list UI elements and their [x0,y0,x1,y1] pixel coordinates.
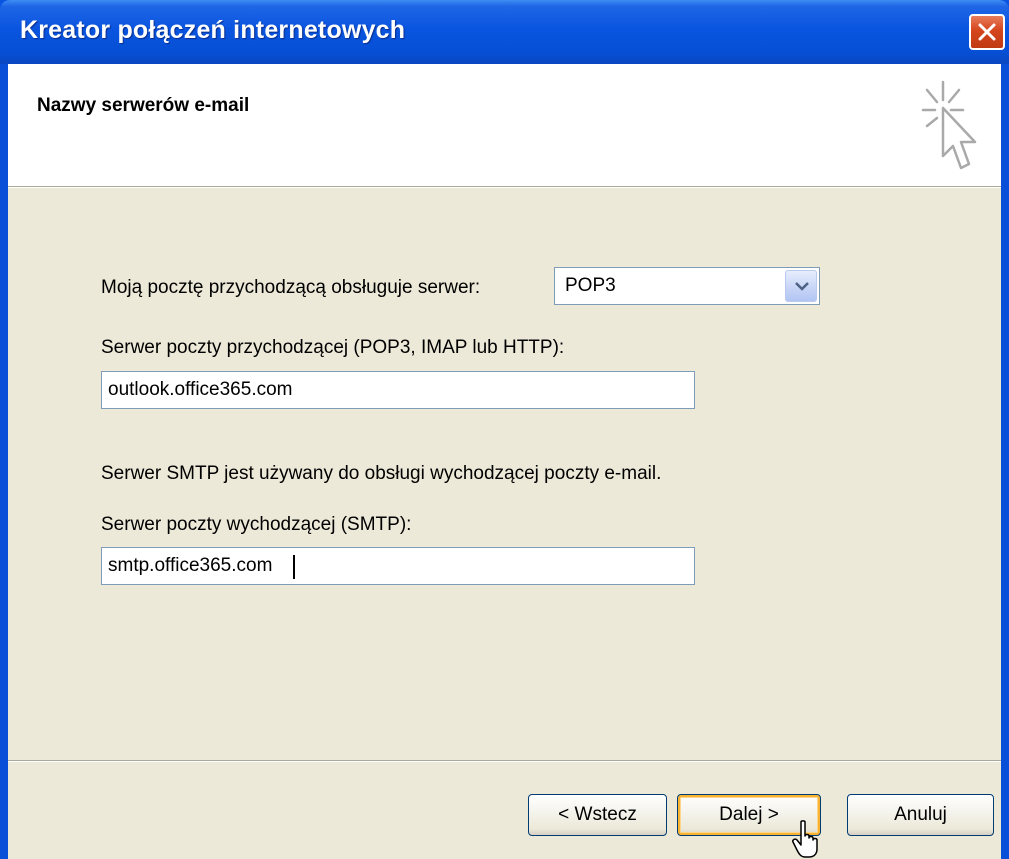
incoming-server-label: Serwer poczty przychodzącej (POP3, IMAP … [101,337,565,358]
window-frame-left [0,64,8,859]
incoming-server-input[interactable] [102,372,694,408]
title-bar[interactable]: Kreator połączeń internetowych [0,0,1009,64]
server-type-select[interactable]: POP3 [554,267,820,305]
wizard-cursor-icon [921,80,977,170]
outgoing-server-field[interactable] [101,547,695,585]
wizard-window: Kreator połączeń internetowych Nazwy ser… [0,0,1009,859]
text-caret [293,555,295,579]
incoming-server-field[interactable] [101,371,695,409]
close-button[interactable] [969,14,1005,50]
cancel-button[interactable]: Anuluj [847,794,994,836]
back-button[interactable]: < Wstecz [528,794,667,836]
footer-divider [8,760,1001,762]
chevron-down-icon [795,282,809,291]
outgoing-server-label: Serwer poczty wychodzącej (SMTP): [101,514,412,535]
window-title: Kreator połączeń internetowych [20,16,406,44]
back-button-label: < Wstecz [558,804,637,825]
server-type-label: Moją pocztę przychodzącą obsługuje serwe… [101,277,481,298]
wizard-body: Moją pocztę przychodzącą obsługuje serwe… [8,188,1001,859]
close-icon [978,23,996,41]
hand-cursor-icon [792,820,818,858]
page-title: Nazwy serwerów e-mail [37,95,250,116]
window-frame-right [1001,64,1009,859]
wizard-header: Nazwy serwerów e-mail [8,64,1001,186]
dropdown-button[interactable] [785,270,817,302]
server-type-value: POP3 [565,275,616,296]
cancel-button-label: Anuluj [894,804,947,825]
outgoing-server-input[interactable] [102,548,694,584]
smtp-info-text: Serwer SMTP jest używany do obsługi wych… [101,463,662,484]
